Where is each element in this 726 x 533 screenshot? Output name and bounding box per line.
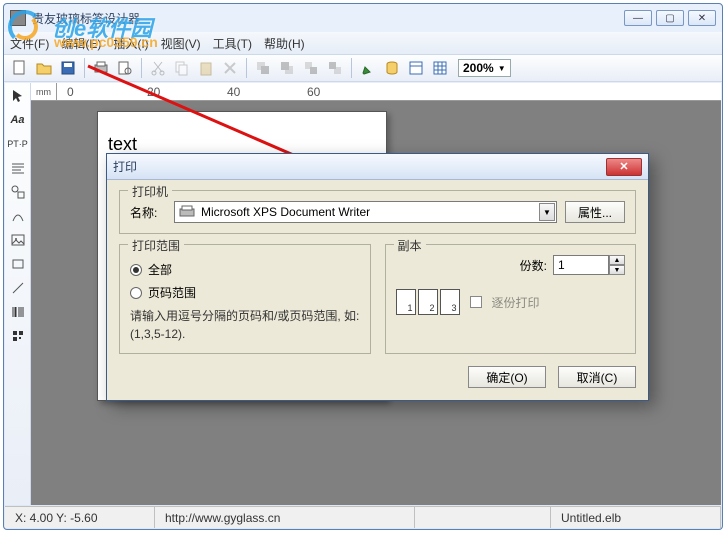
backward-icon[interactable]	[325, 58, 345, 78]
cut-icon[interactable]	[148, 58, 168, 78]
preview-icon[interactable]	[115, 58, 135, 78]
range-all-label: 全部	[148, 261, 172, 278]
new-icon[interactable]	[10, 58, 30, 78]
status-filename: Untitled.elb	[551, 507, 721, 528]
ruler-unit: mm	[31, 83, 57, 101]
close-button[interactable]: ✕	[688, 10, 716, 26]
radio-icon	[130, 264, 142, 276]
print-icon[interactable]	[91, 58, 111, 78]
dialog-title: 打印	[113, 158, 606, 175]
copies-label: 份数:	[520, 257, 547, 274]
ruler-mark: 20	[147, 85, 160, 99]
status-coords: X: 4.00 Y: -5.60	[5, 507, 155, 528]
ok-button[interactable]: 确定(O)	[468, 366, 546, 388]
statusbar: X: 4.00 Y: -5.60 http://www.gyglass.cn U…	[5, 506, 721, 528]
text-tool-icon[interactable]: Aa	[8, 111, 28, 129]
app-title: 贵友玻璃标签设计器	[32, 10, 624, 27]
minimize-button[interactable]: —	[624, 10, 652, 26]
menu-insert[interactable]: 插入(I)	[113, 35, 148, 52]
dialog-titlebar: 打印 ✕	[107, 154, 648, 180]
paragraph-tool-icon[interactable]	[8, 159, 28, 177]
range-group-label: 打印范围	[128, 237, 184, 254]
menu-file[interactable]: 文件(F)	[10, 35, 49, 52]
shape-tool-icon[interactable]	[8, 183, 28, 201]
grid-icon[interactable]	[430, 58, 450, 78]
chevron-down-icon: ▼	[498, 64, 506, 73]
edit-mode-icon[interactable]	[358, 58, 378, 78]
zoom-select[interactable]: 200% ▼	[458, 59, 511, 77]
window-buttons: — ▢ ✕	[624, 10, 716, 26]
ruler-mark: 40	[227, 85, 240, 99]
forward-icon[interactable]	[301, 58, 321, 78]
menubar: 文件(F) 编辑(E) 插入(I) 视图(V) 工具(T) 帮助(H)	[4, 32, 722, 54]
radio-icon	[130, 287, 142, 299]
menu-view[interactable]: 视图(V)	[161, 35, 201, 52]
image-tool-icon[interactable]	[8, 231, 28, 249]
spin-up-icon[interactable]: ▲	[609, 255, 625, 265]
printer-value: Microsoft XPS Document Writer	[201, 205, 552, 219]
copies-spinner[interactable]: ▲ ▼	[553, 255, 625, 275]
dialog-buttons: 确定(O) 取消(C)	[119, 366, 636, 388]
cancel-button[interactable]: 取消(C)	[558, 366, 636, 388]
copies-input[interactable]	[553, 255, 609, 275]
menu-help[interactable]: 帮助(H)	[264, 35, 305, 52]
diagonal-tool-icon[interactable]	[8, 279, 28, 297]
range-pages-label: 页码范围	[148, 284, 196, 301]
pointer-tool-icon[interactable]	[8, 87, 28, 105]
line-tool-icon[interactable]	[8, 207, 28, 225]
ruler-horizontal: 0 20 40 60	[57, 83, 721, 101]
delete-icon[interactable]	[220, 58, 240, 78]
printer-icon	[179, 205, 195, 219]
maximize-button[interactable]: ▢	[656, 10, 684, 26]
print-dialog: 打印 ✕ 打印机 名称: Microsoft XPS Document Writ…	[106, 153, 649, 401]
chevron-down-icon: ▼	[539, 203, 555, 221]
save-icon[interactable]	[58, 58, 78, 78]
zoom-value: 200%	[463, 61, 494, 75]
range-all-radio[interactable]: 全部	[130, 261, 360, 278]
barcode-tool-icon[interactable]	[8, 303, 28, 321]
paste-icon[interactable]	[196, 58, 216, 78]
dialog-body: 打印机 名称: Microsoft XPS Document Writer ▼ …	[107, 180, 648, 400]
printer-select[interactable]: Microsoft XPS Document Writer ▼	[174, 201, 557, 223]
status-spacer	[415, 507, 551, 528]
dialog-close-button[interactable]: ✕	[606, 158, 642, 176]
range-group: 打印范围 全部 页码范围 请输入用逗号分隔的页码和/或页码范围, 如: (1,3…	[119, 244, 371, 354]
app-icon	[10, 10, 26, 26]
copies-group-label: 副本	[394, 237, 426, 254]
toolbar: 200% ▼	[4, 54, 722, 82]
collate-checkbox	[470, 296, 482, 308]
menu-edit[interactable]: 编辑(E)	[61, 35, 101, 52]
properties-icon[interactable]	[406, 58, 426, 78]
collate-pages-icon	[396, 289, 460, 315]
qr-tool-icon[interactable]	[8, 327, 28, 345]
menu-tools[interactable]: 工具(T)	[213, 35, 252, 52]
open-icon[interactable]	[34, 58, 54, 78]
properties-button[interactable]: 属性...	[565, 201, 625, 223]
range-pages-radio[interactable]: 页码范围	[130, 284, 360, 301]
spin-down-icon[interactable]: ▼	[609, 265, 625, 275]
titlebar: 贵友玻璃标签设计器 — ▢ ✕	[4, 4, 722, 32]
copy-icon[interactable]	[172, 58, 192, 78]
tool-palette: Aa PT·P	[5, 83, 31, 505]
status-url: http://www.gyglass.cn	[155, 507, 415, 528]
ruler-mark: 60	[307, 85, 320, 99]
range-hint: 请输入用逗号分隔的页码和/或页码范围, 如: (1,3,5-12).	[130, 307, 360, 343]
database-icon[interactable]	[382, 58, 402, 78]
send-back-icon[interactable]	[277, 58, 297, 78]
printer-group-label: 打印机	[128, 183, 172, 200]
collate-label: 逐份打印	[492, 294, 540, 311]
canvas-text-1[interactable]: text	[108, 134, 137, 155]
rect-tool-icon[interactable]	[8, 255, 28, 273]
bring-front-icon[interactable]	[253, 58, 273, 78]
copies-group: 副本 份数: ▲ ▼ 逐份打印	[385, 244, 637, 354]
ruler-mark: 0	[67, 85, 74, 99]
vtext-tool-icon[interactable]: PT·P	[8, 135, 28, 153]
printer-name-label: 名称:	[130, 204, 166, 221]
printer-group: 打印机 名称: Microsoft XPS Document Writer ▼ …	[119, 190, 636, 234]
